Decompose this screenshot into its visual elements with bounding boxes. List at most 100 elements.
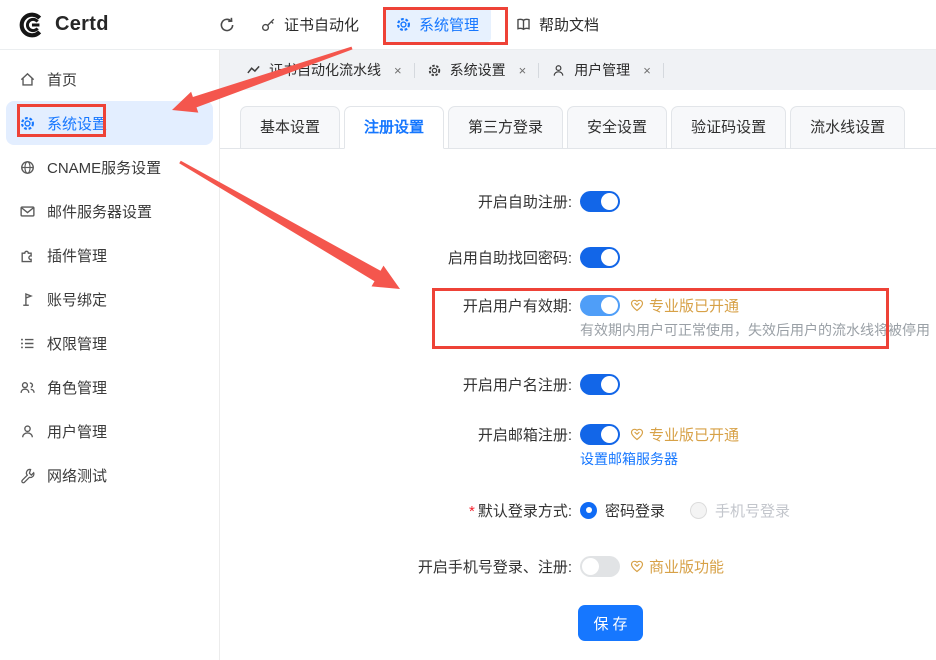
header-nav: 证书自动化 系统管理 帮助文档 [218,7,599,42]
tab-divider [663,63,664,78]
tab-pipeline-settings[interactable]: 流水线设置 [790,106,905,149]
field-label: 启用自助找回密码: [220,247,572,268]
sidebar-item-label: 首页 [47,69,77,90]
radio-phone-login[interactable]: 手机号登录 [690,500,790,521]
tab-basic-settings[interactable]: 基本设置 [240,106,340,149]
field-label: 开启自助注册: [220,191,572,212]
tab-register-settings[interactable]: 注册设置 [344,106,444,149]
phone-login-toggle[interactable] [580,556,620,577]
radio-password-login[interactable]: 密码登录 [580,500,665,521]
sidebar-item-label: 网络测试 [47,465,107,486]
sidebar-item-account-binding[interactable]: 账号绑定 [6,277,213,321]
list-icon [19,335,36,352]
app-header: Certd 证书自动化 系统管理 帮助文档 [0,0,936,50]
field-label: 开启邮箱注册: [220,424,572,445]
radio-label: 密码登录 [605,500,665,521]
username-register-toggle[interactable] [580,374,620,395]
commercial-edition-badge: 商业版功能 [629,556,724,577]
pro-edition-badge: 专业版已开通 [629,295,739,316]
sidebar-item-label: 插件管理 [47,245,107,266]
nav-label: 系统管理 [419,14,479,35]
puzzle-icon [19,247,36,264]
form-row-default-login-type: *默认登录方式: 密码登录 手机号登录 [220,498,936,522]
close-icon[interactable]: × [519,63,527,78]
sidebar-item-label: 角色管理 [47,377,107,398]
book-icon [515,16,532,33]
cert-badge-icon [629,558,645,574]
settings-tabs: 基本设置 注册设置 第三方登录 安全设置 验证码设置 流水线设置 [240,106,905,149]
close-icon[interactable]: × [643,63,651,78]
self-register-toggle[interactable] [580,191,620,212]
gear-icon [395,16,412,33]
users-icon [19,379,36,396]
refresh-button[interactable] [218,16,236,34]
save-button[interactable]: 保存 [578,605,643,641]
settings-content: 基本设置 注册设置 第三方登录 安全设置 验证码设置 流水线设置 开启自助注册:… [220,90,936,660]
sidebar-item-user-management[interactable]: 用户管理 [6,409,213,453]
email-register-toggle[interactable] [580,424,620,445]
badge-label: 专业版已开通 [649,295,739,316]
flag-icon [19,291,36,308]
globe-icon [19,159,36,176]
user-validity-helper-text: 有效期内用户可正常使用，失效后用户的流水线将被停用 [580,320,930,340]
field-label: *默认登录方式: [220,500,572,521]
app-logo[interactable]: Certd [0,10,218,40]
sidebar-item-plugin-management[interactable]: 插件管理 [6,233,213,277]
form-row-email-register: 开启邮箱注册: 专业版已开通 设置邮箱服务器 [220,422,936,446]
field-label: 开启用户有效期: [220,295,572,316]
field-label: 开启手机号登录、注册: [220,556,572,577]
field-label: 开启用户名注册: [220,374,572,395]
tab-third-party-login[interactable]: 第三方登录 [448,106,563,149]
nav-label: 证书自动化 [284,14,359,35]
user-icon [551,63,566,78]
page-tab-strip: 证书自动化流水线 × 系统设置 × 用户管理 × [220,50,936,90]
tab-captcha-settings[interactable]: 验证码设置 [671,106,786,149]
sidebar-item-label: 邮件服务器设置 [47,201,152,222]
sidebar-item-system-settings[interactable]: 系统设置 [6,101,213,145]
gear-icon [427,63,442,78]
nav-label: 帮助文档 [539,14,599,35]
form-row-self-register: 开启自助注册: [220,189,936,213]
sidebar-item-mail-server-settings[interactable]: 邮件服务器设置 [6,189,213,233]
page-tab-label: 证书自动化流水线 [269,60,381,80]
gear-icon [19,115,36,132]
cert-badge-icon [629,297,645,313]
mail-icon [19,203,36,220]
wrench-icon [19,467,36,484]
sidebar-item-role-management[interactable]: 角色管理 [6,365,213,409]
sidebar: 首页 系统设置 CNAME服务设置 邮件服务器设置 插件管理 账号绑定 权限管理 [0,50,220,660]
home-icon [19,71,36,88]
tab-security-settings[interactable]: 安全设置 [567,106,667,149]
refresh-icon [218,16,236,34]
cert-badge-icon [629,426,645,442]
radio-icon[interactable] [580,502,597,519]
page-tab-label: 用户管理 [574,60,630,80]
setup-mail-server-link[interactable]: 设置邮箱服务器 [580,449,678,469]
radio-icon[interactable] [690,502,707,519]
chart-line-icon [246,63,261,78]
sidebar-item-label: 系统设置 [47,113,107,134]
user-validity-toggle[interactable] [580,295,620,316]
form-row-self-reset-password: 启用自助找回密码: [220,245,936,269]
nav-item-help-docs[interactable]: 帮助文档 [515,14,599,35]
certd-logo-icon [16,10,46,40]
sidebar-item-label: 用户管理 [47,421,107,442]
sidebar-item-cname-settings[interactable]: CNAME服务设置 [6,145,213,189]
pro-edition-badge: 专业版已开通 [629,424,739,445]
sidebar-item-label: CNAME服务设置 [47,157,161,178]
form-row-username-register: 开启用户名注册: [220,372,936,396]
sidebar-item-permission-management[interactable]: 权限管理 [6,321,213,365]
nav-item-system-management[interactable]: 系统管理 [383,7,491,42]
self-reset-password-toggle[interactable] [580,247,620,268]
page-tab-pipeline[interactable]: 证书自动化流水线 × [234,60,414,80]
sidebar-item-network-test[interactable]: 网络测试 [6,453,213,497]
sidebar-item-home[interactable]: 首页 [6,57,213,101]
form-row-user-validity: 开启用户有效期: 专业版已开通 有效期内用户可正常使用，失效后用户的流水线将被停… [220,293,936,317]
close-icon[interactable]: × [394,63,402,78]
nav-item-cert-automation[interactable]: 证书自动化 [260,14,359,35]
sidebar-item-label: 权限管理 [47,333,107,354]
sidebar-item-label: 账号绑定 [47,289,107,310]
page-tab-user-management[interactable]: 用户管理 × [539,60,663,80]
page-tab-system-settings[interactable]: 系统设置 × [415,60,539,80]
brand-name: Certd [55,13,109,36]
